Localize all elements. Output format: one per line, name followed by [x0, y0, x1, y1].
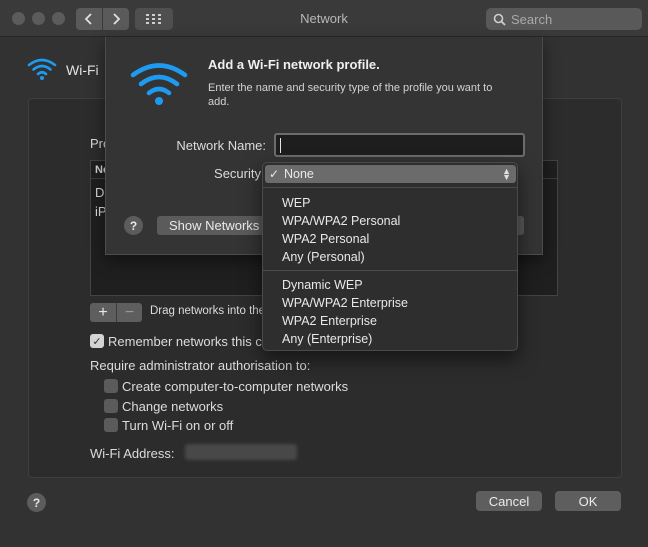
add-network-button[interactable]: + [90, 303, 116, 322]
remember-networks-label: Remember networks this c [108, 334, 262, 349]
wifi-icon [130, 63, 188, 105]
network-name-input[interactable] [274, 133, 525, 157]
checkmark-icon: ✓ [269, 167, 280, 181]
require-admin-label: Require administrator authorisation to: [90, 358, 311, 373]
security-dropdown-menu[interactable]: ✓ None ▲ ▼ WEP WPA/WPA2 Personal WPA2 Per… [262, 162, 518, 351]
menu-separator [263, 270, 517, 271]
wifi-icon [27, 58, 57, 80]
menu-item-wpa2-personal[interactable]: WPA2 Personal [263, 230, 517, 248]
wifi-address-value-redacted [185, 444, 297, 460]
add-remove-control: + − [90, 303, 142, 322]
menu-item-none[interactable]: ✓ None ▲ ▼ [265, 165, 516, 183]
chevron-updown-icon: ▲ ▼ [502, 166, 511, 182]
network-name-label: Network Name: [176, 138, 266, 153]
menu-item-wpa-wpa2-enterprise[interactable]: WPA/WPA2 Enterprise [263, 294, 517, 312]
menu-item-any-personal[interactable]: Any (Personal) [263, 248, 517, 266]
network-preferences-window: Network Wi-Fi Pro Ne Di iP + − Drag netw… [0, 0, 648, 547]
search-icon [493, 13, 506, 26]
show-networks-button[interactable]: Show Networks [157, 216, 265, 235]
ok-button[interactable]: OK [555, 491, 621, 511]
search-input[interactable] [511, 11, 631, 27]
titlebar: Network [0, 0, 648, 37]
sheet-help-button[interactable]: ? [124, 216, 143, 235]
sheet-subtitle: Enter the name and security type of the … [208, 82, 493, 108]
sheet-title: Add a Wi-Fi network profile. [208, 57, 380, 72]
wifi-address-label: Wi-Fi Address: [90, 446, 175, 461]
wifi-service-label: Wi-Fi [66, 62, 99, 78]
change-networks-label: Change networks [122, 399, 224, 414]
menu-item-any-enterprise[interactable]: Any (Enterprise) [263, 330, 517, 348]
turn-wifi-on-off-label: Turn Wi-Fi on or off [122, 418, 234, 433]
turn-wifi-on-off-checkbox[interactable] [104, 418, 118, 432]
cancel-button[interactable]: Cancel [476, 491, 542, 511]
remember-networks-checkbox[interactable]: ✓ [90, 334, 104, 348]
search-field[interactable] [486, 8, 642, 30]
help-button[interactable]: ? [27, 493, 46, 512]
text-caret [280, 138, 281, 153]
create-computer-networks-label: Create computer-to-computer networks [122, 379, 349, 394]
security-label: Security [214, 166, 261, 181]
create-computer-networks-checkbox[interactable] [104, 379, 118, 393]
change-networks-checkbox[interactable] [104, 399, 118, 413]
drag-networks-hint: Drag networks into the [150, 305, 266, 317]
menu-item-dynamic-wep[interactable]: Dynamic WEP [263, 276, 517, 294]
menu-item-wpa-wpa2-personal[interactable]: WPA/WPA2 Personal [263, 212, 517, 230]
remove-network-button[interactable]: − [116, 303, 142, 322]
menu-item-label: None [284, 167, 314, 181]
menu-item-wpa2-enterprise[interactable]: WPA2 Enterprise [263, 312, 517, 330]
menu-separator [263, 187, 517, 188]
menu-item-wep[interactable]: WEP [263, 194, 517, 212]
